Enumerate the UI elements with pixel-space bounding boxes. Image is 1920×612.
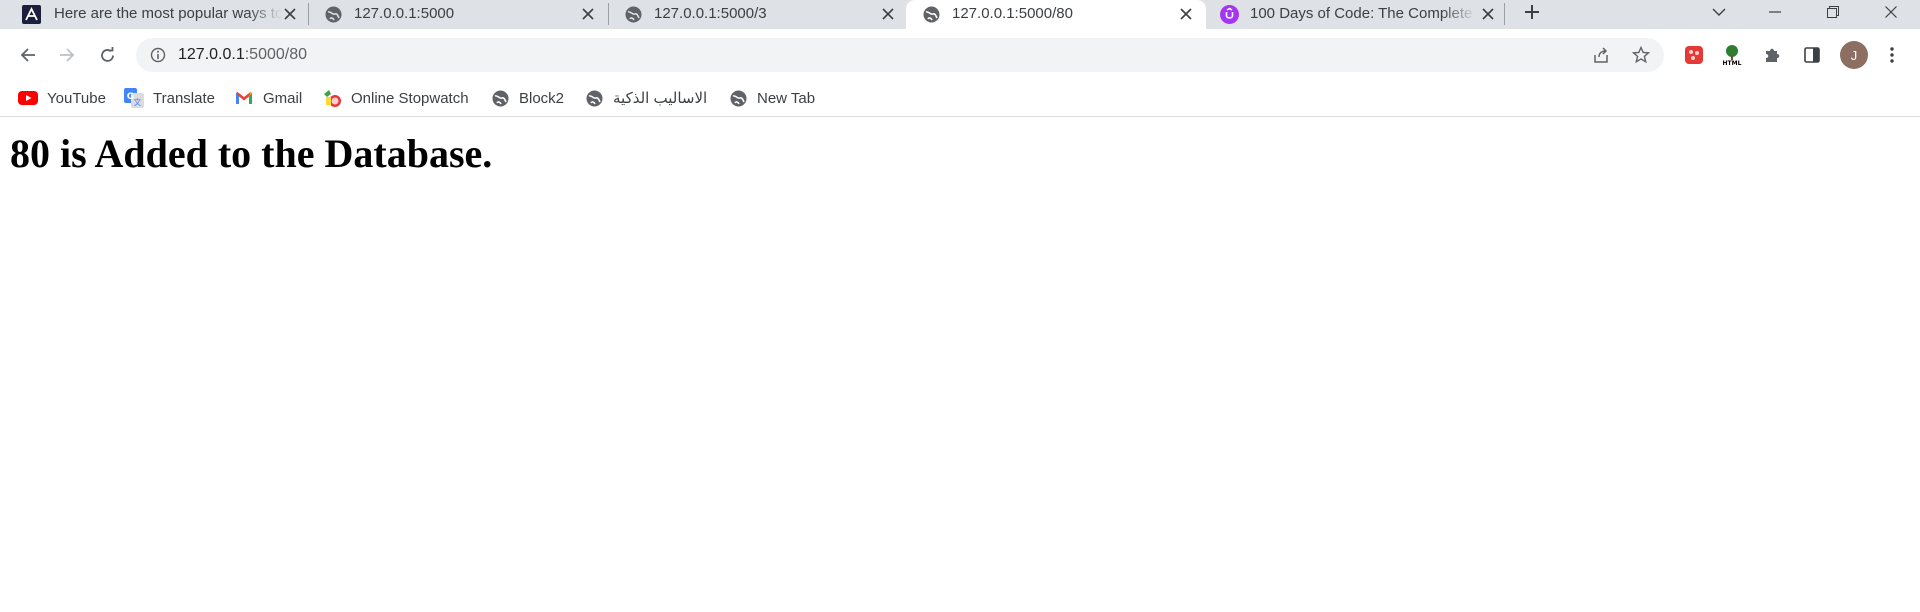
close-tab-icon[interactable] xyxy=(878,4,898,24)
youtube-icon xyxy=(18,88,38,108)
page-heading: 80 is Added to the Database. xyxy=(10,131,493,176)
reload-icon xyxy=(100,46,114,62)
tab-search-button[interactable] xyxy=(1696,0,1742,24)
logo-icon xyxy=(22,5,41,24)
url-host: 127.0.0.1 xyxy=(178,46,245,63)
tab-separator xyxy=(1504,3,1505,25)
menu-kebab-icon[interactable] xyxy=(1880,43,1904,67)
extensions-puzzle-icon[interactable] xyxy=(1760,43,1784,67)
html-tree-extension-icon[interactable]: HTML xyxy=(1720,43,1744,67)
extension-red-icon[interactable] xyxy=(1682,43,1706,67)
gmail-icon xyxy=(234,88,254,108)
tab-title: 100 Days of Code: The Complete xyxy=(1250,5,1473,22)
bookmark-label: Block2 xyxy=(519,89,565,107)
info-icon[interactable] xyxy=(150,47,166,63)
globe-icon xyxy=(922,5,941,24)
bookmark-youtube[interactable]: YouTube xyxy=(18,85,106,111)
bookmark-label: Online Stopwatch xyxy=(351,89,469,107)
close-tab-icon[interactable] xyxy=(280,4,300,24)
close-window-button[interactable] xyxy=(1868,0,1914,24)
side-panel-icon[interactable] xyxy=(1800,43,1824,67)
bookmark-new-tab[interactable]: New Tab xyxy=(728,85,815,111)
tab-title: 127.0.0.1:5000 xyxy=(354,5,455,22)
back-button[interactable] xyxy=(12,39,44,71)
tab-title: 127.0.0.1:5000/80 xyxy=(952,5,1073,22)
tab-title: Here are the most popular ways to xyxy=(54,5,282,22)
stopwatch-icon xyxy=(322,88,342,108)
tab-popular-ways[interactable]: Here are the most popular ways to xyxy=(0,0,306,29)
tab-title: 127.0.0.1:5000/3 xyxy=(654,5,767,22)
url-path: :5000/80 xyxy=(244,46,308,63)
restore-button[interactable] xyxy=(1810,0,1856,24)
bookmark-gmail[interactable]: Gmail xyxy=(234,85,302,111)
bookmarks-bar: YouTube G文 Translate Gmail Online Stopwa… xyxy=(0,79,1920,117)
bookmark-online-stopwatch[interactable]: Online Stopwatch xyxy=(322,85,469,111)
bookmark-label: Gmail xyxy=(263,89,303,107)
svg-text:HTML: HTML xyxy=(1723,60,1742,66)
tab-localhost[interactable]: 127.0.0.1:5000 xyxy=(310,0,606,29)
bookmark-label: Translate xyxy=(153,89,215,107)
forward-button[interactable] xyxy=(51,39,83,71)
profile-initial: J xyxy=(1850,47,1858,63)
translate-icon: G文 xyxy=(124,88,144,108)
udemy-icon xyxy=(1220,5,1239,24)
reload-button[interactable] xyxy=(91,39,123,71)
url-text: 127.0.0.1:5000/80 xyxy=(178,45,307,65)
globe-icon xyxy=(624,5,643,24)
globe-icon xyxy=(728,88,748,108)
tab-localhost-3[interactable]: 127.0.0.1:5000/3 xyxy=(610,0,906,29)
restore-icon xyxy=(1827,6,1839,18)
chevron-down-icon xyxy=(1712,8,1726,16)
tab-localhost-80-active[interactable]: 127.0.0.1:5000/80 xyxy=(906,0,1206,33)
svg-text:文: 文 xyxy=(134,97,142,107)
close-tab-icon[interactable] xyxy=(1478,4,1498,24)
plus-icon xyxy=(1525,5,1539,19)
tab-100-days-of-code[interactable]: 100 Days of Code: The Complete xyxy=(1208,0,1504,29)
bookmark-label: New Tab xyxy=(757,89,816,107)
bookmark-translate[interactable]: G文 Translate xyxy=(124,85,215,111)
bookmark-label: YouTube xyxy=(47,89,106,107)
close-tab-icon[interactable] xyxy=(578,4,598,24)
arrow-left-icon xyxy=(20,48,35,62)
bookmark-block2[interactable]: Block2 xyxy=(490,85,564,111)
browser-toolbar: 127.0.0.1:5000/80 HTML J xyxy=(0,33,1920,77)
page-content: 80 is Added to the Database. xyxy=(0,118,1920,612)
profile-avatar[interactable]: J xyxy=(1840,41,1868,69)
close-icon xyxy=(1885,6,1897,18)
bookmark-label: الاساليب الذكية xyxy=(613,90,708,107)
star-icon[interactable] xyxy=(1630,44,1652,66)
address-bar[interactable]: 127.0.0.1:5000/80 xyxy=(136,38,1664,72)
tab-separator xyxy=(608,3,609,25)
globe-icon xyxy=(490,88,510,108)
globe-icon xyxy=(324,5,343,24)
tab-strip: Here are the most popular ways to 127.0.… xyxy=(0,0,1920,33)
minimize-button[interactable] xyxy=(1752,0,1798,24)
arrow-right-icon xyxy=(60,48,75,62)
globe-icon xyxy=(584,88,604,108)
tab-separator xyxy=(308,3,309,25)
bookmark-arabic[interactable]: الاساليب الذكية xyxy=(584,85,707,111)
new-tab-button[interactable] xyxy=(1520,0,1544,24)
close-tab-icon[interactable] xyxy=(1176,4,1196,24)
minimize-icon xyxy=(1769,11,1781,13)
share-icon[interactable] xyxy=(1590,44,1612,66)
